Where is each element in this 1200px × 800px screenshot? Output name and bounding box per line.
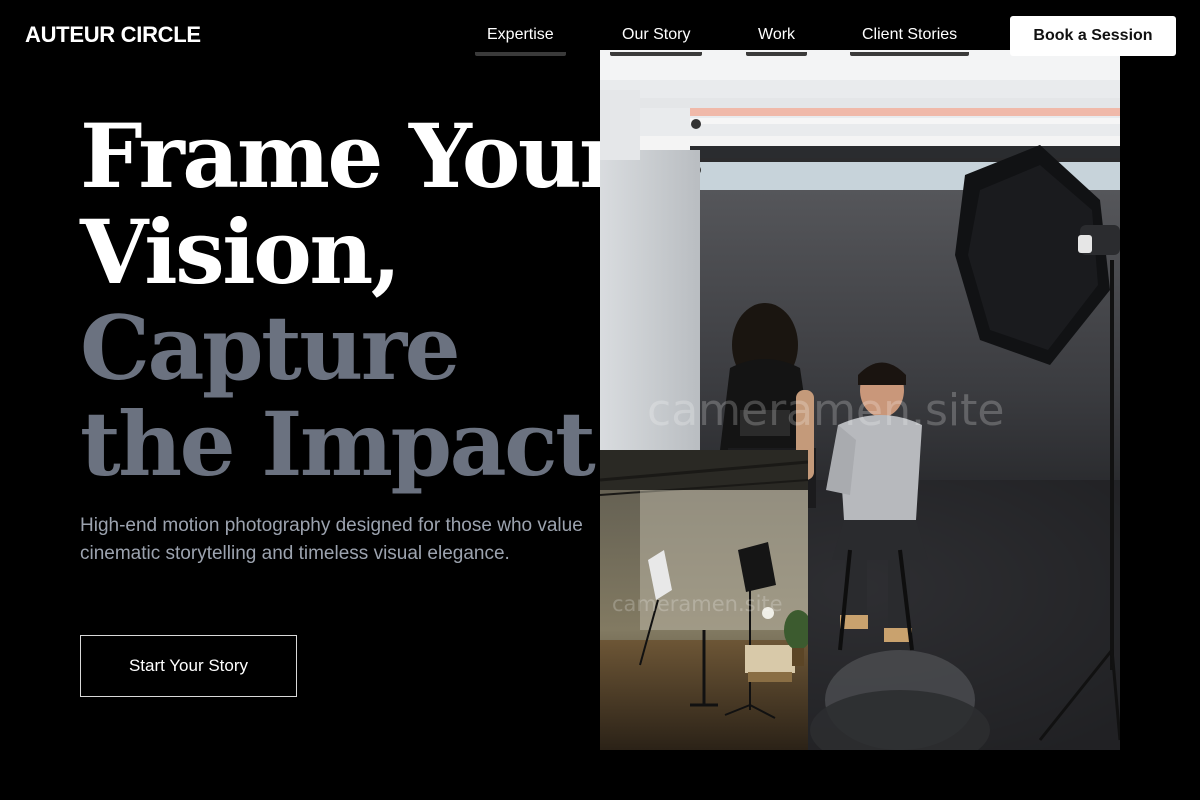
nav-link-label: Work: [758, 26, 796, 43]
studio-interior-illustration: [600, 450, 808, 750]
studio-photo-inset: cameramen.site: [600, 450, 808, 750]
headline-line-muted: Capture: [80, 296, 461, 400]
nav-link-expertise[interactable]: Expertise: [475, 26, 566, 56]
headline-line: Frame Your: [80, 104, 626, 208]
nav-hover-indicator: [746, 52, 808, 56]
nav-hover-indicator: [850, 52, 970, 56]
top-navigation: AUTEUR CIRCLE Expertise Our Story Work C…: [0, 0, 1200, 72]
nav-link-our-story[interactable]: Our Story: [610, 26, 703, 56]
nav-hover-indicator: [475, 52, 566, 56]
hero-subtitle: High-end motion photography designed for…: [80, 515, 583, 564]
brand-logo[interactable]: AUTEUR CIRCLE: [25, 22, 201, 48]
nav-link-client-stories[interactable]: Client Stories: [850, 26, 970, 56]
headline-line: Vision,: [80, 200, 401, 304]
nav-link-work[interactable]: Work: [746, 26, 808, 56]
nav-link-label: Client Stories: [862, 26, 958, 43]
landing-page: AUTEUR CIRCLE Expertise Our Story Work C…: [0, 0, 1200, 800]
hero-headline: Frame Your Vision, Capture the Impact.: [80, 104, 626, 496]
nav-link-label: Our Story: [622, 26, 691, 43]
headline-line-muted: the Impact.: [80, 392, 624, 496]
book-session-button[interactable]: Book a Session: [1010, 16, 1176, 56]
nav-hover-indicator: [610, 52, 703, 56]
nav-link-label: Expertise: [487, 26, 554, 43]
start-your-story-button[interactable]: Start Your Story: [80, 635, 297, 697]
